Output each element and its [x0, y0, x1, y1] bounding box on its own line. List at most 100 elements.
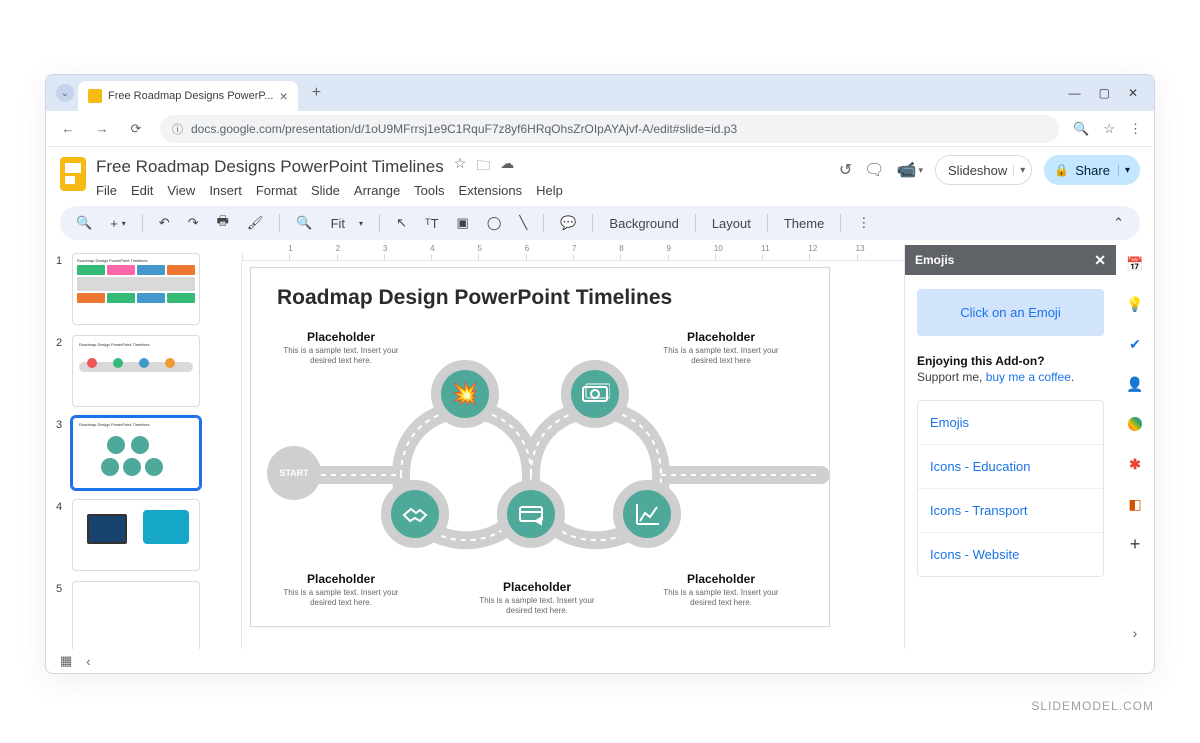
reload-button[interactable]: ⟳ [126, 121, 146, 137]
omnibox[interactable]: ⓘ docs.google.com/presentation/d/1oU9MFr… [160, 115, 1059, 143]
forward-button[interactable]: → [92, 121, 112, 136]
hide-rail-icon[interactable]: › [1133, 625, 1138, 641]
placeholder-bottom-right[interactable]: Placeholder This is a sample text. Inser… [651, 572, 791, 609]
search-menus-icon[interactable]: 🔍 [70, 211, 98, 235]
browser-menu-icon[interactable]: ⋮ [1129, 121, 1142, 137]
line-tool-icon[interactable]: ╲ [513, 211, 533, 235]
back-button[interactable]: ← [58, 121, 78, 136]
node-1[interactable]: 💥 [431, 360, 499, 428]
category-website[interactable]: Icons - Website [918, 533, 1103, 576]
ruler-vertical [226, 261, 242, 649]
slide-title[interactable]: Roadmap Design PowerPoint Timelines [251, 268, 829, 310]
chevron-down-icon[interactable]: ▾ [1118, 165, 1130, 176]
document-title[interactable]: Free Roadmap Designs PowerPoint Timeline… [96, 157, 444, 177]
thumb-2[interactable]: 2 Roadmap Design PowerPoint Timelines [56, 335, 216, 407]
select-tool-icon[interactable]: ↖ [390, 211, 413, 235]
start-badge[interactable]: START [267, 446, 321, 500]
maps-icon[interactable] [1126, 415, 1144, 433]
layout-button[interactable]: Layout [706, 212, 757, 235]
menu-format[interactable]: Format [256, 183, 297, 198]
tasks-icon[interactable]: ✔ [1126, 335, 1144, 353]
grid-view-icon[interactable]: ▦ [60, 653, 72, 669]
new-tab-button[interactable]: + [306, 84, 327, 102]
comments-icon[interactable]: 🗨 [864, 160, 884, 180]
menu-file[interactable]: File [96, 183, 117, 198]
undo-icon[interactable]: ↶ [153, 211, 176, 235]
print-icon[interactable]: 🖶 [211, 208, 235, 238]
placeholder-bottom-center[interactable]: Placeholder This is a sample text. Inser… [467, 580, 607, 617]
sidebar-title: Emojis [915, 253, 954, 267]
slideshow-button[interactable]: Slideshow ▾ [935, 155, 1032, 185]
keep-icon[interactable]: 💡 [1126, 295, 1144, 313]
calendar-icon[interactable]: 📅 [1126, 255, 1144, 273]
zoom-select[interactable]: Fit ▾ [325, 212, 369, 235]
tab-search-button[interactable]: ⌄ [56, 84, 74, 102]
addon-asterisk-icon[interactable]: ✱ [1126, 455, 1144, 473]
bookmark-star-icon[interactable]: ☆ [1103, 121, 1115, 137]
background-button[interactable]: Background [603, 212, 684, 235]
history-icon[interactable]: ↺ [839, 160, 852, 180]
collapse-toolbar-icon[interactable]: ⌃ [1107, 211, 1130, 235]
chevron-down-icon[interactable]: ▾ [1013, 165, 1025, 176]
minimize-icon[interactable]: — [1069, 86, 1081, 100]
more-tools-icon[interactable]: ⋮ [851, 211, 876, 235]
maximize-icon[interactable]: ▢ [1099, 86, 1110, 100]
image-tool-icon[interactable]: ▣ [451, 211, 475, 235]
menu-help[interactable]: Help [536, 183, 563, 198]
menu-arrange[interactable]: Arrange [354, 183, 400, 198]
thumb-2-preview: Roadmap Design PowerPoint Timelines [72, 335, 200, 407]
share-button[interactable]: 🔒 Share ▾ [1044, 155, 1140, 185]
category-emojis[interactable]: Emojis [918, 401, 1103, 445]
menu-edit[interactable]: Edit [131, 183, 153, 198]
placeholder-top-left[interactable]: Placeholder This is a sample text. Inser… [271, 330, 411, 367]
menu-slide[interactable]: Slide [311, 183, 340, 198]
get-addons-icon[interactable]: + [1126, 535, 1144, 553]
shape-tool-icon[interactable]: ◯ [481, 211, 508, 235]
placeholder-top-right[interactable]: Placeholder This is a sample text. Inser… [651, 330, 791, 367]
paint-format-icon[interactable]: 🖌 [241, 211, 270, 235]
buy-coffee-link[interactable]: buy me a coffee [986, 370, 1071, 384]
thumb-5[interactable]: 5 [56, 581, 216, 649]
zoom-indicator-icon[interactable]: 🔍 [1073, 121, 1089, 137]
comment-tool-icon[interactable]: 💬 [554, 211, 582, 235]
textbox-tool-icon[interactable]: ᵀT [419, 212, 445, 235]
category-education[interactable]: Icons - Education [918, 445, 1103, 489]
menu-view[interactable]: View [167, 183, 195, 198]
star-icon[interactable]: ☆ [454, 155, 467, 179]
contacts-icon[interactable]: 👤 [1126, 375, 1144, 393]
node-3[interactable] [381, 480, 449, 548]
prev-slide-icon[interactable]: ‹ [86, 654, 90, 669]
move-folder-icon[interactable]: 🗀 [476, 155, 490, 179]
thumb-3[interactable]: 3 Roadmap Design PowerPoint Timelines [56, 417, 216, 489]
slides-logo-icon[interactable] [60, 157, 86, 191]
main-area: 1 Roadmap Design PowerPoint Timelines 2 … [46, 245, 1116, 649]
browser-tab[interactable]: Free Roadmap Designs PowerP... × [78, 81, 298, 111]
node-4[interactable] [497, 480, 565, 548]
placeholder-bottom-left[interactable]: Placeholder This is a sample text. Inser… [271, 572, 411, 609]
zoom-tool-icon[interactable]: 🔍 [290, 211, 318, 235]
theme-button[interactable]: Theme [778, 212, 830, 235]
category-transport[interactable]: Icons - Transport [918, 489, 1103, 533]
node-5[interactable] [613, 480, 681, 548]
menu-insert[interactable]: Insert [209, 183, 242, 198]
menu-extensions[interactable]: Extensions [459, 183, 523, 198]
close-window-icon[interactable]: ✕ [1128, 86, 1138, 100]
slide-canvas[interactable]: Roadmap Design PowerPoint Timelines STAR… [250, 267, 830, 627]
node-2[interactable] [561, 360, 629, 428]
new-slide-button[interactable]: + ▾ [104, 212, 132, 235]
card-icon [516, 499, 546, 529]
thumb-4[interactable]: 4 [56, 499, 216, 571]
thumb-1[interactable]: 1 Roadmap Design PowerPoint Timelines [56, 253, 216, 325]
lock-icon: 🔒 [1054, 163, 1069, 177]
support-heading: Enjoying this Add-on? [917, 354, 1104, 368]
addon-office-icon[interactable]: ◧ [1126, 495, 1144, 513]
redo-icon[interactable]: ↷ [182, 211, 205, 235]
collision-emoji: 💥 [451, 381, 478, 407]
site-info-icon[interactable]: ⓘ [172, 121, 183, 137]
meet-icon[interactable]: 📹▾ [897, 160, 923, 180]
close-tab-icon[interactable]: × [280, 88, 288, 104]
cloud-status-icon[interactable]: ☁ [500, 155, 514, 179]
click-emoji-button[interactable]: Click on an Emoji [917, 289, 1104, 336]
menu-tools[interactable]: Tools [414, 183, 444, 198]
close-sidebar-icon[interactable]: ✕ [1094, 252, 1106, 269]
